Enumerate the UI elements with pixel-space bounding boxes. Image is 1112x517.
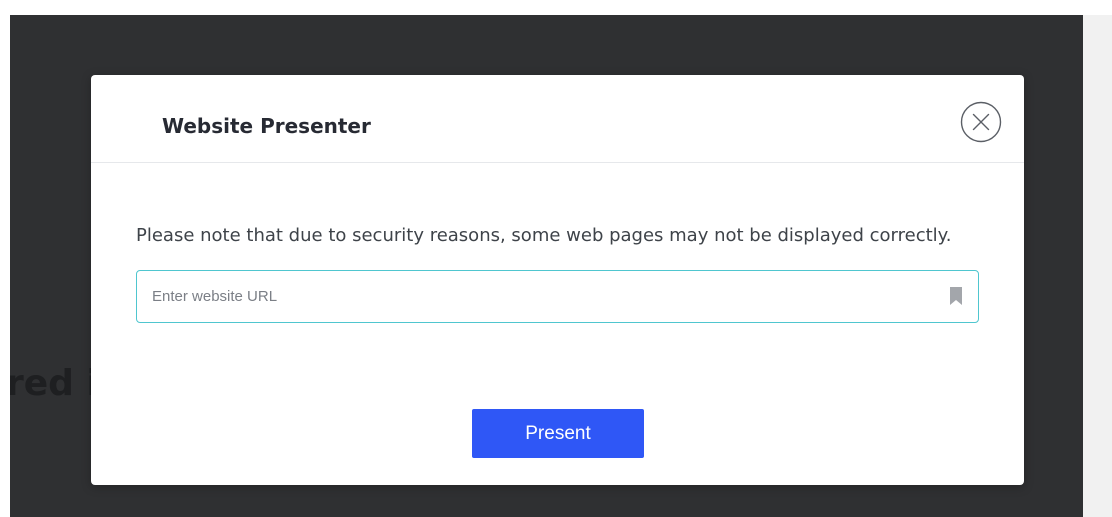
page-scrollbar-area (1083, 15, 1112, 517)
security-notice: Please note that due to security reasons… (136, 225, 952, 246)
close-circle-icon (960, 101, 1002, 143)
website-presenter-dialog: Website Presenter Please note that due t… (91, 75, 1024, 485)
background-heading: red i (10, 363, 99, 404)
present-button[interactable]: Present (472, 409, 644, 458)
close-button[interactable] (960, 101, 1002, 143)
dialog-title: Website Presenter (162, 114, 371, 138)
website-url-input[interactable] (152, 271, 932, 321)
website-url-field[interactable] (136, 270, 979, 323)
bookmark-icon[interactable] (949, 287, 963, 305)
dialog-header: Website Presenter (91, 75, 1024, 163)
